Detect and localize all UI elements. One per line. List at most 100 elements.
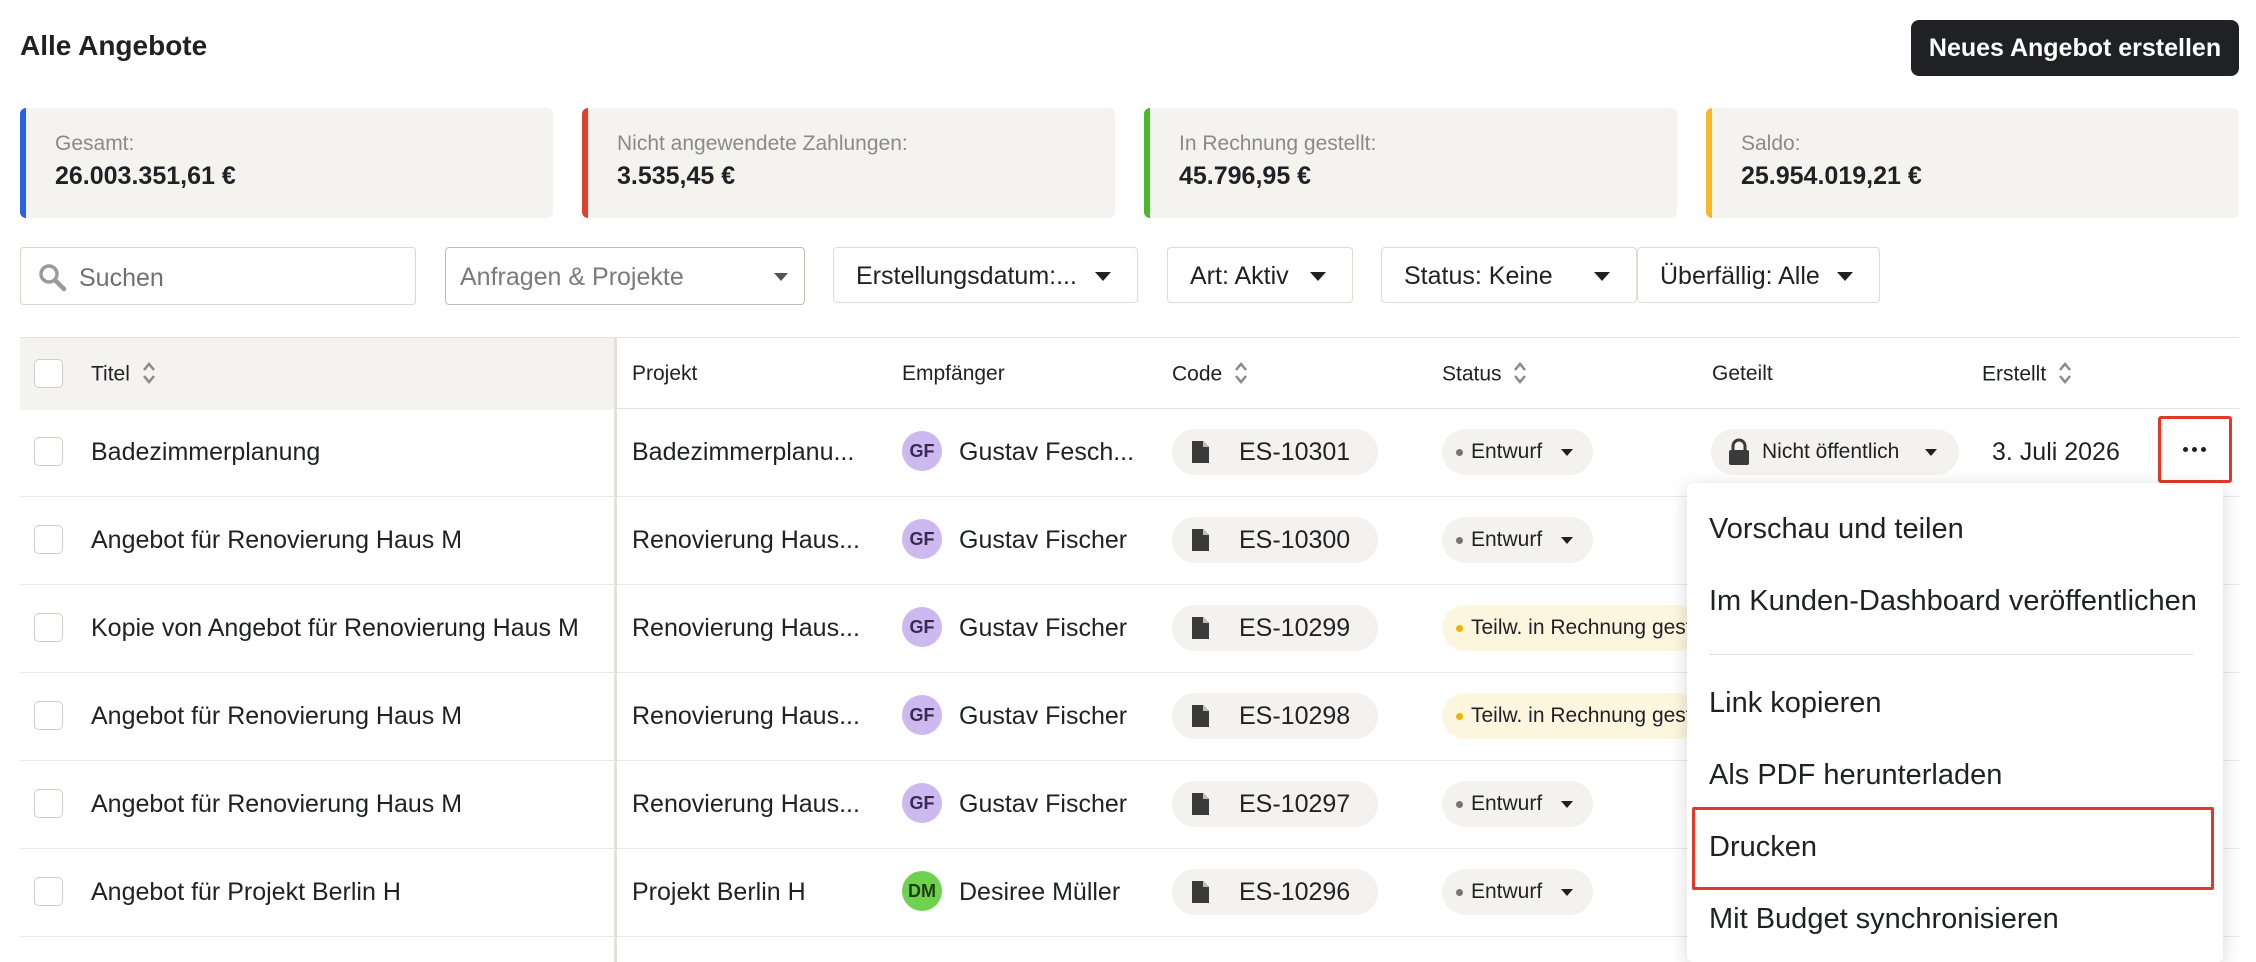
code-text: ES-10298 <box>1239 702 1351 730</box>
row-recipient: Gustav Fischer <box>959 614 1128 642</box>
sort-icon <box>1514 362 1527 384</box>
menu-item-sync-budget[interactable]: Mit Budget synchronisieren <box>1709 903 2059 936</box>
stat-card-balance: Saldo: 25.954.019,21 € <box>1706 108 2239 218</box>
row-title[interactable]: Angebot für Renovierung Haus M <box>91 526 462 555</box>
row-title[interactable]: Angebot für Renovierung Haus M <box>91 702 462 731</box>
search-icon <box>39 264 67 292</box>
status-text: Entwurf <box>1471 440 1543 463</box>
chevron-down-icon <box>774 273 788 281</box>
sort-icon <box>1235 362 1248 384</box>
code-text: ES-10296 <box>1239 878 1351 906</box>
menu-item-publish-dashboard[interactable]: Im Kunden-Dashboard veröffentlichen <box>1709 585 2197 618</box>
lock-icon <box>1729 438 1749 465</box>
column-header-created[interactable]: Erstellt <box>1982 362 2072 388</box>
column-header-status[interactable]: Status <box>1442 362 1527 388</box>
status-badge[interactable]: Teilw. in Rechnung gestellt <box>1442 605 1718 651</box>
avatar: GF <box>902 431 942 471</box>
avatar: GF <box>902 783 942 823</box>
menu-item-download-pdf[interactable]: Als PDF herunterladen <box>1709 759 2002 792</box>
row-actions-button[interactable] <box>2158 416 2232 483</box>
row-title[interactable]: Angebot für Projekt Berlin H <box>91 878 401 907</box>
stat-value: 45.796,95 € <box>1179 162 1312 190</box>
filter-created-date[interactable]: Erstellungsdatum:... <box>833 247 1138 303</box>
row-checkbox[interactable] <box>34 613 63 642</box>
row-checkbox[interactable] <box>34 701 63 730</box>
new-quote-button[interactable]: Neues Angebot erstellen <box>1911 20 2239 76</box>
code-badge[interactable]: ES-10298 <box>1172 693 1378 739</box>
caret-down-icon <box>1594 272 1610 281</box>
document-icon <box>1192 529 1209 551</box>
column-label: Erstellt <box>1982 362 2047 386</box>
column-label: Code <box>1172 362 1223 386</box>
caret-down-icon <box>1561 889 1573 896</box>
status-text: Entwurf <box>1471 880 1543 903</box>
row-checkbox[interactable] <box>34 877 63 906</box>
stat-accent <box>20 108 26 218</box>
document-icon <box>1192 441 1209 463</box>
caret-down-icon <box>1561 801 1573 808</box>
status-badge[interactable]: Entwurf <box>1442 517 1593 563</box>
stat-card-total: Gesamt: 26.003.351,61 € <box>20 108 553 218</box>
row-recipient: Gustav Fesch... <box>959 438 1135 466</box>
menu-item-preview-share[interactable]: Vorschau und teilen <box>1709 513 1964 546</box>
menu-item-copy-link[interactable]: Link kopieren <box>1709 687 1882 720</box>
caret-down-icon <box>1095 272 1111 281</box>
row-project[interactable]: Badezimmerplanu... <box>632 438 854 467</box>
status-badge[interactable]: Teilw. in Rechnung gestellt <box>1442 693 1718 739</box>
status-badge[interactable]: Entwurf <box>1442 869 1593 915</box>
project-select-placeholder: Anfragen & Projekte <box>460 263 684 291</box>
code-text: ES-10297 <box>1239 790 1351 818</box>
sort-icon <box>142 362 155 384</box>
row-project[interactable]: Renovierung Haus... <box>632 614 860 643</box>
code-badge[interactable]: ES-10300 <box>1172 517 1378 563</box>
table-header: Titel Projekt Empfänger Code Status Gete… <box>20 337 2239 410</box>
code-badge[interactable]: ES-10297 <box>1172 781 1378 827</box>
avatar: GF <box>902 695 942 735</box>
row-project[interactable]: Renovierung Haus... <box>632 526 860 555</box>
project-select[interactable]: Anfragen & Projekte <box>445 247 805 305</box>
caret-down-icon <box>1561 449 1573 456</box>
select-all-checkbox[interactable] <box>34 359 63 388</box>
column-label: Titel <box>91 362 130 386</box>
row-project[interactable]: Projekt Berlin H <box>632 878 806 907</box>
status-badge[interactable]: Entwurf <box>1442 781 1593 827</box>
row-checkbox[interactable] <box>34 789 63 818</box>
page-title: Alle Angebote <box>20 30 208 61</box>
row-recipient: Gustav Fischer <box>959 790 1128 818</box>
status-text: Entwurf <box>1471 792 1543 815</box>
column-header-title[interactable]: Titel <box>91 362 156 388</box>
row-checkbox[interactable] <box>34 437 63 466</box>
code-badge[interactable]: ES-10301 <box>1172 429 1378 475</box>
document-icon <box>1192 793 1209 815</box>
code-text: ES-10300 <box>1239 526 1351 554</box>
row-recipient: Gustav Fischer <box>959 702 1128 730</box>
status-dot <box>1456 625 1463 632</box>
row-project[interactable]: Renovierung Haus... <box>632 702 860 731</box>
status-dot <box>1456 713 1463 720</box>
code-badge[interactable]: ES-10296 <box>1172 869 1378 915</box>
code-text: ES-10301 <box>1239 438 1351 466</box>
row-title[interactable]: Badezimmerplanung <box>91 438 320 467</box>
row-title[interactable]: Angebot für Renovierung Haus M <box>91 790 462 819</box>
row-recipient: Desiree Müller <box>959 878 1121 906</box>
row-checkbox[interactable] <box>34 525 63 554</box>
document-icon <box>1192 705 1209 727</box>
menu-item-print[interactable]: Drucken <box>1709 831 1817 864</box>
status-text: Entwurf <box>1471 528 1543 551</box>
column-header-code[interactable]: Code <box>1172 362 1248 388</box>
filter-status[interactable]: Status: Keine <box>1381 247 1637 303</box>
stat-card-unapplied-payments: Nicht angewendete Zahlungen: 3.535,45 € <box>582 108 1115 218</box>
status-dot <box>1456 889 1463 896</box>
status-text: Teilw. in Rechnung gestellt <box>1471 616 1719 639</box>
caret-down-icon <box>1561 537 1573 544</box>
row-title[interactable]: Kopie von Angebot für Renovierung Haus M <box>91 614 579 643</box>
filter-overdue[interactable]: Überfällig: Alle <box>1637 247 1880 303</box>
column-header-project: Projekt <box>632 362 698 385</box>
code-badge[interactable]: ES-10299 <box>1172 605 1378 651</box>
search-input[interactable]: Suchen <box>20 247 416 305</box>
caret-down-icon <box>1310 272 1326 281</box>
status-badge[interactable]: Entwurf <box>1442 429 1593 475</box>
visibility-badge[interactable]: Nicht öffentlich <box>1711 429 1959 475</box>
filter-type[interactable]: Art: Aktiv <box>1167 247 1353 303</box>
row-project[interactable]: Renovierung Haus... <box>632 790 860 819</box>
